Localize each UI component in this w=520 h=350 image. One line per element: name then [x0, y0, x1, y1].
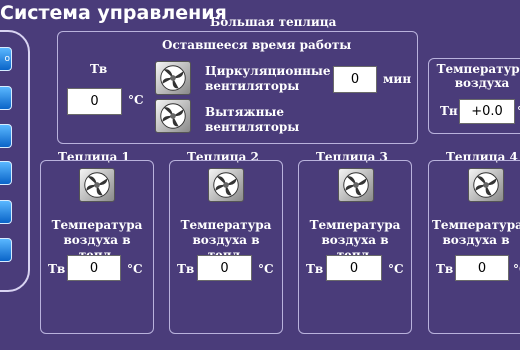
greenhouse-3-temp-label: Тв: [306, 262, 324, 276]
greenhouse-2-temp-field[interactable]: 0: [197, 255, 252, 281]
outdoor-temp-field[interactable]: +0.0: [459, 99, 515, 124]
greenhouse-4-fan-icon: [468, 168, 504, 202]
greenhouse-2-temp-label: Тв: [177, 262, 195, 276]
exhaust-fan-icon: [155, 99, 191, 133]
nav-button-5[interactable]: [0, 200, 12, 224]
greenhouse-1-temp-label: Тв: [48, 262, 66, 276]
big-temp-unit: °С: [128, 93, 144, 107]
outdoor-title: Температура воздуха снаружи: [436, 62, 520, 92]
greenhouse-4-temp-unit: °С: [513, 262, 520, 276]
greenhouse-2-temp-unit: °С: [258, 262, 274, 276]
greenhouse-3-temp-unit: °С: [388, 262, 404, 276]
nav-button-4[interactable]: [0, 161, 12, 185]
greenhouse-1-fan-icon: [79, 168, 115, 202]
greenhouse-2-fan-icon: [208, 168, 244, 202]
nav-button-6[interactable]: [0, 238, 12, 262]
nav-button-2[interactable]: [0, 86, 12, 110]
minutes-field[interactable]: 0: [333, 66, 377, 93]
nav-button-3[interactable]: [0, 124, 12, 148]
exhaust-fans-label: Вытяжные вентиляторы: [205, 105, 300, 134]
minutes-unit: мин: [383, 72, 412, 86]
greenhouse-1-temp-field[interactable]: 0: [67, 255, 121, 281]
outdoor-label: Тн: [440, 104, 458, 118]
big-greenhouse-title: Большая теплица: [210, 15, 337, 29]
circulation-fans-label: Циркуляционные вентиляторы: [205, 64, 331, 93]
greenhouse-4-temp-title: Температура воздуха в тепл.: [432, 218, 520, 250]
circulation-fan-icon: [155, 61, 191, 95]
nav-button-1[interactable]: о: [0, 47, 12, 71]
app-title: Система управления: [0, 2, 227, 24]
greenhouse-4-temp-label: Тв: [436, 262, 454, 276]
big-temp-field[interactable]: 0: [67, 88, 122, 115]
remaining-time-label: Оставшееся время работы: [162, 38, 352, 52]
greenhouse-3-temp-field[interactable]: 0: [326, 255, 382, 281]
greenhouse-1-temp-unit: °С: [127, 262, 143, 276]
greenhouse-3-fan-icon: [338, 168, 374, 202]
greenhouse-4-temp-field[interactable]: 0: [455, 255, 509, 281]
big-temp-label: Тв: [90, 62, 108, 76]
